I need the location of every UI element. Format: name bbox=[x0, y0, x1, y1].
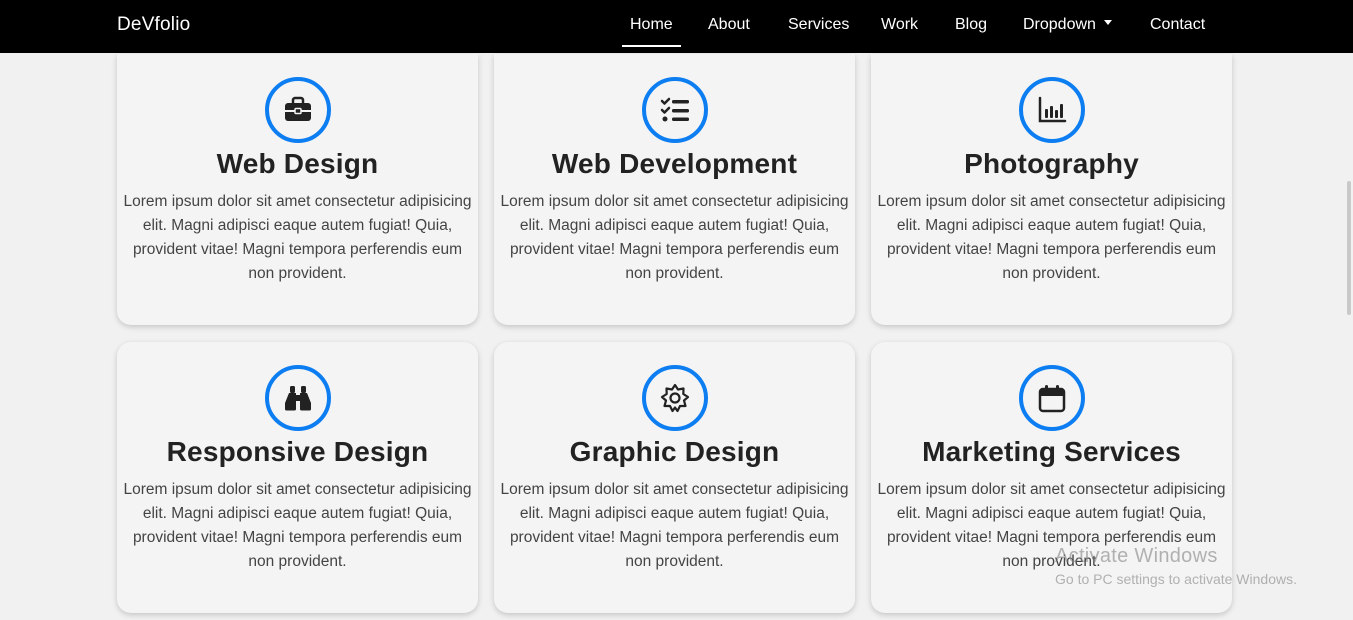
list-check-icon bbox=[660, 97, 689, 122]
calendar-icon bbox=[1038, 385, 1066, 413]
service-card-responsive-design: Responsive Design Lorem ipsum dolor sit … bbox=[117, 342, 478, 613]
card-text: Lorem ipsum dolor sit amet consectetur a… bbox=[500, 481, 849, 570]
watermark-title: Activate Windows bbox=[1055, 545, 1218, 567]
nav-menu: Home About Services Work Blog Dropdown C… bbox=[0, 0, 1353, 53]
card-title: Web Design bbox=[216, 148, 379, 179]
nav-dropdown[interactable]: Dropdown bbox=[1023, 16, 1112, 34]
card-title: Responsive Design bbox=[166, 436, 429, 467]
nav-contact[interactable]: Contact bbox=[1150, 16, 1205, 34]
card-title: Photography bbox=[964, 148, 1139, 179]
card-title: Graphic Design bbox=[569, 436, 780, 467]
icon-ring bbox=[642, 365, 708, 431]
service-card-web-development: Web Development Lorem ipsum dolor sit am… bbox=[494, 54, 855, 325]
service-card-graphic-design: Graphic Design Lorem ipsum dolor sit ame… bbox=[494, 342, 855, 613]
service-card-photography: Photography Lorem ipsum dolor sit amet c… bbox=[871, 54, 1232, 325]
icon-ring bbox=[265, 365, 331, 431]
navbar: DeVfolio Home About Services Work Blog D… bbox=[0, 0, 1353, 53]
service-card-web-design: Web Design Lorem ipsum dolor sit amet co… bbox=[117, 54, 478, 325]
card-text: Lorem ipsum dolor sit amet consectetur a… bbox=[123, 193, 472, 282]
card-title: Marketing Services bbox=[922, 436, 1181, 467]
scrollbar-thumb[interactable] bbox=[1347, 181, 1351, 315]
icon-ring bbox=[265, 77, 331, 143]
icon-ring bbox=[1019, 77, 1085, 143]
windows-activation-watermark: Activate Windows Go to PC settings to ac… bbox=[1055, 545, 1297, 587]
nav-home[interactable]: Home bbox=[622, 16, 681, 47]
nav-work[interactable]: Work bbox=[881, 16, 918, 34]
binoculars-icon bbox=[285, 386, 311, 411]
nav-services[interactable]: Services bbox=[788, 16, 849, 34]
nav-blog[interactable]: Blog bbox=[955, 16, 987, 34]
scrollbar[interactable] bbox=[1345, 53, 1353, 620]
card-title: Web Development bbox=[551, 148, 798, 179]
nav-about[interactable]: About bbox=[708, 16, 750, 34]
watermark-subtitle: Go to PC settings to activate Windows. bbox=[1055, 571, 1297, 587]
card-text: Lorem ipsum dolor sit amet consectetur a… bbox=[500, 193, 849, 282]
nav-dropdown-label: Dropdown bbox=[1023, 16, 1096, 33]
caret-down-icon bbox=[1103, 20, 1112, 26]
icon-ring bbox=[642, 77, 708, 143]
bar-chart-icon bbox=[1038, 96, 1067, 123]
briefcase-icon bbox=[285, 96, 311, 121]
icon-ring bbox=[1019, 365, 1085, 431]
gear-icon bbox=[660, 383, 690, 413]
card-text: Lorem ipsum dolor sit amet consectetur a… bbox=[123, 481, 472, 570]
card-text: Lorem ipsum dolor sit amet consectetur a… bbox=[877, 193, 1226, 282]
